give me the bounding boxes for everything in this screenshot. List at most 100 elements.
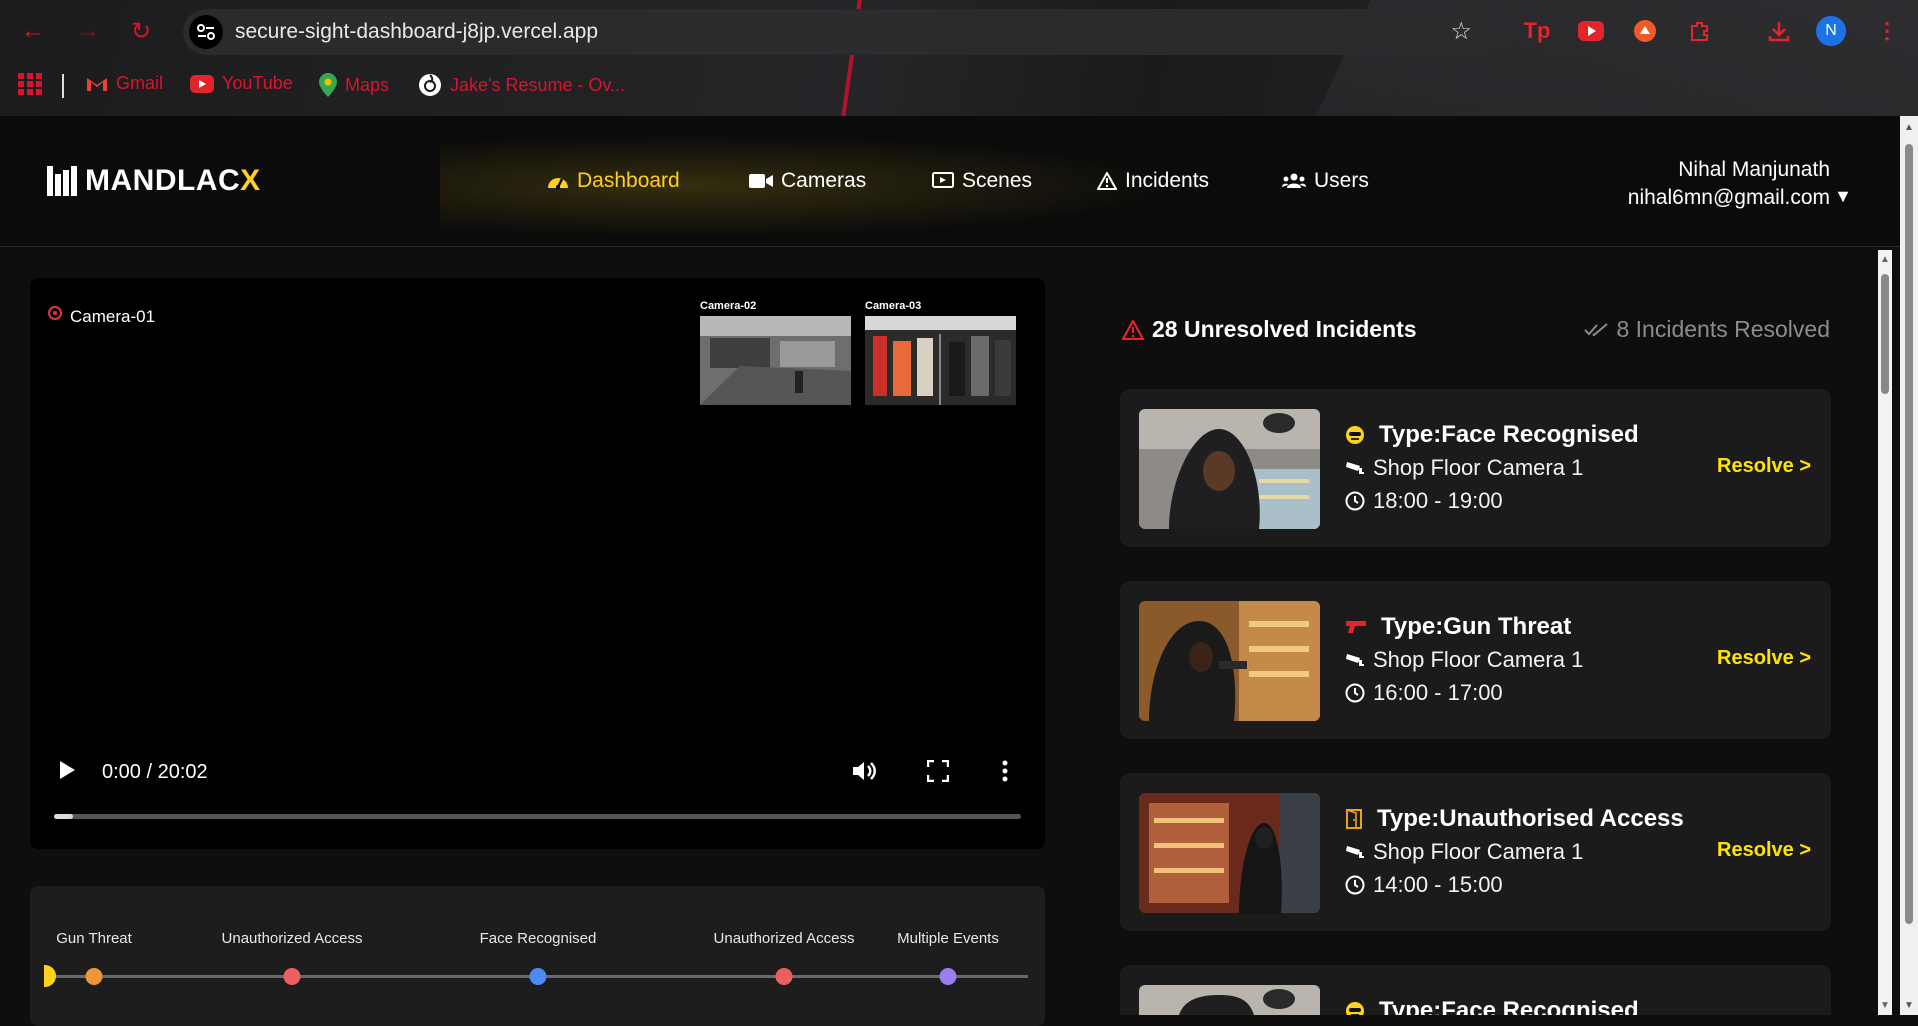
nav-incidents[interactable]: Incidents [1097, 169, 1209, 193]
video-camera-icon [749, 174, 773, 188]
incident-camera: Shop Floor Camera 1 [1345, 839, 1583, 865]
video-options-button[interactable] [1002, 760, 1008, 787]
extension-orange-icon[interactable] [1628, 14, 1662, 48]
downloads-icon[interactable] [1762, 14, 1796, 48]
incident-thumbnail[interactable] [1139, 409, 1320, 529]
camera-thumbnail[interactable]: Camera-02 [700, 300, 851, 405]
user-name: Nihal Manjunath [1678, 158, 1830, 181]
resolve-button[interactable]: Resolve > [1717, 839, 1811, 862]
bookmark-star-icon[interactable]: ☆ [1450, 17, 1472, 46]
incident-card: Type:Face Recognised [1120, 965, 1831, 1015]
bookmark-label: Maps [345, 74, 390, 95]
fullscreen-button[interactable] [926, 759, 950, 787]
profile-avatar[interactable]: N [1816, 16, 1846, 46]
extensions-puzzle-icon[interactable] [1683, 14, 1717, 48]
nav-label: Users [1314, 169, 1369, 192]
logo-mark-icon [47, 166, 77, 196]
incident-type: Type:Unauthorised Access [1345, 805, 1684, 833]
incident-thumbnail[interactable] [1139, 793, 1320, 913]
page-scrollbar-thumb[interactable] [1905, 144, 1913, 924]
extension-youtube-icon[interactable] [1574, 14, 1608, 48]
bookmark-youtube[interactable]: YouTube [190, 73, 293, 94]
camera-thumbnail[interactable]: Camera-03 [865, 300, 1016, 405]
video-time: 0:00 / 20:02 [102, 761, 208, 783]
bookmark-label: Jake's Resume - Ov... [450, 74, 626, 95]
forward-button[interactable]: → [71, 14, 105, 48]
bookmark-label: Gmail [116, 73, 164, 93]
incident-card: Type:Gun Threat Shop Floor Camera 1 16:0… [1120, 581, 1831, 739]
incidents-scrollbar-thumb[interactable] [1881, 274, 1889, 394]
incident-camera-label: Shop Floor Camera 1 [1373, 455, 1584, 480]
nav-dashboard[interactable]: Dashboard [547, 169, 680, 193]
timeline-playhead[interactable] [44, 965, 56, 987]
bookmark-gmail[interactable]: Gmail [86, 73, 163, 94]
incident-camera-label: Shop Floor Camera 1 [1373, 839, 1584, 864]
scroll-down-arrow-icon[interactable]: ▼ [1880, 1000, 1890, 1011]
cctv-icon [1346, 846, 1364, 858]
youtube-icon [190, 74, 214, 93]
resolve-button[interactable]: Resolve > [1717, 647, 1811, 670]
nav-label: Incidents [1125, 169, 1210, 192]
extension-tp-icon[interactable]: Tp [1520, 14, 1554, 48]
play-button[interactable] [58, 760, 76, 785]
timeline-event-marker[interactable] [939, 968, 957, 985]
resolved-count: 8 Incidents Resolved [1616, 316, 1830, 342]
video-progress-bar[interactable] [54, 814, 1021, 819]
incident-thumbnail[interactable] [1139, 601, 1320, 721]
incident-camera: Shop Floor Camera 1 [1345, 455, 1583, 481]
camera-thumbnail-label: Camera-02 [700, 300, 757, 312]
video-player[interactable]: Camera-01 Camera-02 Camera-03 0:00 / 20:… [30, 278, 1045, 849]
resolved-incidents[interactable]: 8 Incidents Resolved [1584, 316, 1830, 343]
user-email: nihal6mn@gmail.com [1627, 186, 1830, 209]
clock-icon [1345, 875, 1365, 895]
user-menu[interactable]: Nihal Manjunath nihal6mn@gmail.com [1628, 156, 1830, 212]
browser-chrome: ← → ↻ secure-sight-dashboard-j8jp.vercel… [0, 0, 1918, 116]
gauge-icon [548, 178, 568, 189]
resolve-button[interactable]: Resolve > [1717, 455, 1811, 478]
clock-icon [1345, 683, 1365, 703]
address-bar[interactable]: secure-sight-dashboard-j8jp.vercel.app ☆ [183, 9, 1496, 55]
browser-menu-icon[interactable]: ⋮ [1870, 14, 1904, 48]
back-button[interactable]: ← [16, 14, 50, 48]
users-icon [1282, 173, 1306, 188]
scroll-down-arrow-icon[interactable]: ▼ [1904, 1000, 1914, 1011]
timeline-event-marker[interactable] [529, 968, 547, 985]
timeline-event-marker[interactable] [85, 968, 103, 985]
more-vertical-icon [1002, 760, 1008, 782]
incident-time: 16:00 - 17:00 [1345, 680, 1503, 706]
scroll-up-arrow-icon[interactable]: ▲ [1880, 254, 1890, 265]
timeline-event-marker[interactable] [283, 968, 301, 985]
nav-users[interactable]: Users [1282, 169, 1369, 193]
warning-icon [1097, 172, 1117, 190]
timeline-event-label: Gun Threat [56, 930, 132, 947]
camera-thumbnail-image [700, 316, 851, 405]
site-settings-icon[interactable] [189, 15, 223, 49]
page-scrollbar[interactable]: ▲ ▼ [1900, 116, 1918, 1015]
reload-button[interactable]: ↻ [124, 14, 158, 48]
nav-scenes[interactable]: Scenes [932, 169, 1032, 193]
incident-camera: Shop Floor Camera 1 [1345, 647, 1583, 673]
incidents-scrollbar[interactable]: ▲ ▼ [1878, 250, 1892, 1015]
apps-grid-icon[interactable] [18, 73, 42, 95]
brand-accent: X [240, 164, 261, 197]
user-dropdown-caret-icon[interactable]: ▼ [1834, 186, 1852, 207]
timeline-event-marker[interactable] [775, 968, 793, 985]
incident-time-label: 14:00 - 15:00 [1373, 872, 1503, 897]
incident-card: Type:Face Recognised Shop Floor Camera 1… [1120, 389, 1831, 547]
scroll-up-arrow-icon[interactable]: ▲ [1904, 122, 1914, 133]
brand-logo[interactable]: MANDLACX [47, 164, 261, 198]
face-icon [1346, 1002, 1364, 1015]
recording-indicator-icon [48, 306, 62, 320]
incident-type: Type:Face Recognised [1345, 421, 1639, 449]
clock-icon [1345, 491, 1365, 511]
volume-button[interactable] [852, 760, 878, 787]
cctv-icon [1346, 462, 1364, 474]
incidents-header: 28 Unresolved Incidents 8 Incidents Reso… [1122, 316, 1830, 346]
incident-thumbnail[interactable] [1139, 985, 1320, 1015]
bookmark-maps[interactable]: Maps [319, 73, 389, 97]
nav-cameras[interactable]: Cameras [749, 169, 866, 193]
bookmark-overleaf[interactable]: Jake's Resume - Ov... [418, 73, 625, 97]
unresolved-incidents: 28 Unresolved Incidents [1122, 316, 1417, 343]
timeline-event-label: Face Recognised [479, 930, 597, 947]
app-header: MANDLACX Dashboard Cameras Scenes Incide… [0, 116, 1900, 247]
